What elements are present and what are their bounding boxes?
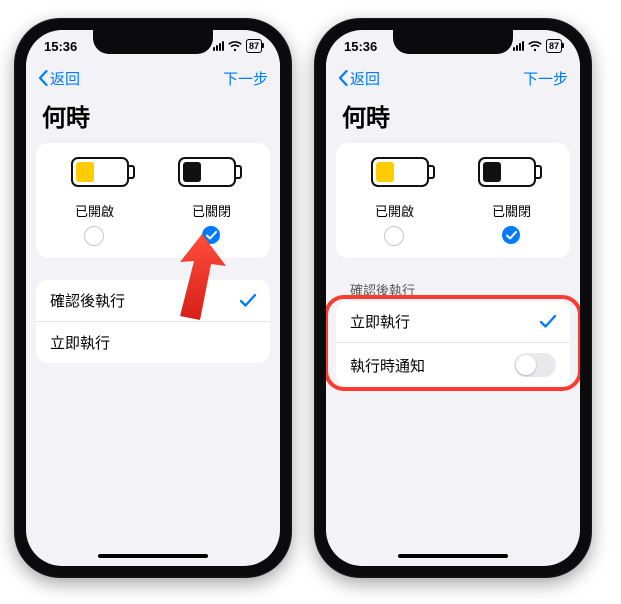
option-on[interactable]: 已開啟: [75, 201, 114, 246]
home-indicator: [326, 546, 580, 566]
row-notify-label: 執行時通知: [350, 355, 425, 376]
option-off[interactable]: 已關閉: [192, 201, 231, 246]
checkmark-icon: [240, 294, 256, 307]
nav-bar: 返回 下一步: [326, 62, 580, 94]
radio-unchecked-icon: [84, 226, 104, 246]
chevron-left-icon: [338, 70, 348, 86]
chevron-left-icon: [38, 70, 48, 86]
phone-left: 15:36 87 返回 下一步 何時: [14, 18, 292, 578]
battery-low-power-on-icon: [71, 157, 129, 187]
status-time: 15:36: [344, 39, 377, 54]
page-title: 何時: [326, 94, 580, 143]
option-off-label: 已關閉: [192, 201, 231, 220]
battery-status-icon: 87: [546, 39, 562, 53]
run-mode-list: 確認後執行 立即執行: [36, 280, 270, 363]
screen-right: 15:36 87 返回 下一步 何時: [326, 30, 580, 566]
option-on-label: 已開啟: [375, 201, 414, 220]
battery-row: [336, 157, 570, 195]
status-right: 87: [513, 39, 562, 53]
battery-low-power-off-icon: [178, 157, 236, 187]
battery-low-power-off-icon: [478, 157, 536, 187]
option-off[interactable]: 已關閉: [492, 201, 531, 246]
row-confirm-label: 確認後執行: [50, 290, 125, 311]
back-button[interactable]: 返回: [338, 68, 380, 89]
row-run-now[interactable]: 立即執行: [36, 321, 270, 363]
battery-low-power-on-icon: [371, 157, 429, 187]
row-confirm-peek: 確認後執行: [336, 280, 570, 301]
option-off-label: 已關閉: [492, 201, 531, 220]
option-on[interactable]: 已開啟: [375, 201, 414, 246]
run-mode-list: 立即執行 執行時通知: [336, 301, 570, 387]
wifi-icon: [528, 41, 542, 52]
checkmark-icon: [540, 315, 556, 328]
radio-checked-icon: [202, 226, 220, 244]
back-label: 返回: [50, 68, 80, 89]
two-phone-comparison: 15:36 87 返回 下一步 何時: [0, 0, 621, 596]
option-row: 已開啟 已關閉: [336, 195, 570, 246]
notch: [93, 30, 213, 54]
next-button[interactable]: 下一步: [223, 68, 268, 89]
trigger-card: 已開啟 已關閉: [36, 143, 270, 258]
row-run-now[interactable]: 立即執行: [336, 301, 570, 342]
home-indicator: [26, 546, 280, 566]
phone-right: 15:36 87 返回 下一步 何時: [314, 18, 592, 578]
wifi-icon: [228, 41, 242, 52]
radio-unchecked-icon: [384, 226, 404, 246]
battery-status-icon: 87: [246, 39, 262, 53]
toggle-off-icon[interactable]: [514, 353, 556, 377]
trigger-card: 已開啟 已關閉: [336, 143, 570, 258]
row-run-label: 立即執行: [350, 311, 410, 332]
next-button[interactable]: 下一步: [523, 68, 568, 89]
row-confirm[interactable]: 確認後執行: [36, 280, 270, 321]
notch: [393, 30, 513, 54]
battery-row: [36, 157, 270, 195]
back-button[interactable]: 返回: [38, 68, 80, 89]
content: 已開啟 已關閉 確認後執行 立即執行: [326, 143, 580, 546]
page-title: 何時: [26, 94, 280, 143]
row-notify[interactable]: 執行時通知: [336, 342, 570, 387]
nav-bar: 返回 下一步: [26, 62, 280, 94]
screen-left: 15:36 87 返回 下一步 何時: [26, 30, 280, 566]
cellular-icon: [513, 41, 524, 51]
row-run-label: 立即執行: [50, 332, 110, 353]
cellular-icon: [213, 41, 224, 51]
option-on-label: 已開啟: [75, 201, 114, 220]
status-time: 15:36: [44, 39, 77, 54]
radio-checked-icon: [502, 226, 520, 244]
option-row: 已開啟 已關閉: [36, 195, 270, 246]
back-label: 返回: [350, 68, 380, 89]
content: 已開啟 已關閉 確認後執行: [26, 143, 280, 546]
status-right: 87: [213, 39, 262, 53]
